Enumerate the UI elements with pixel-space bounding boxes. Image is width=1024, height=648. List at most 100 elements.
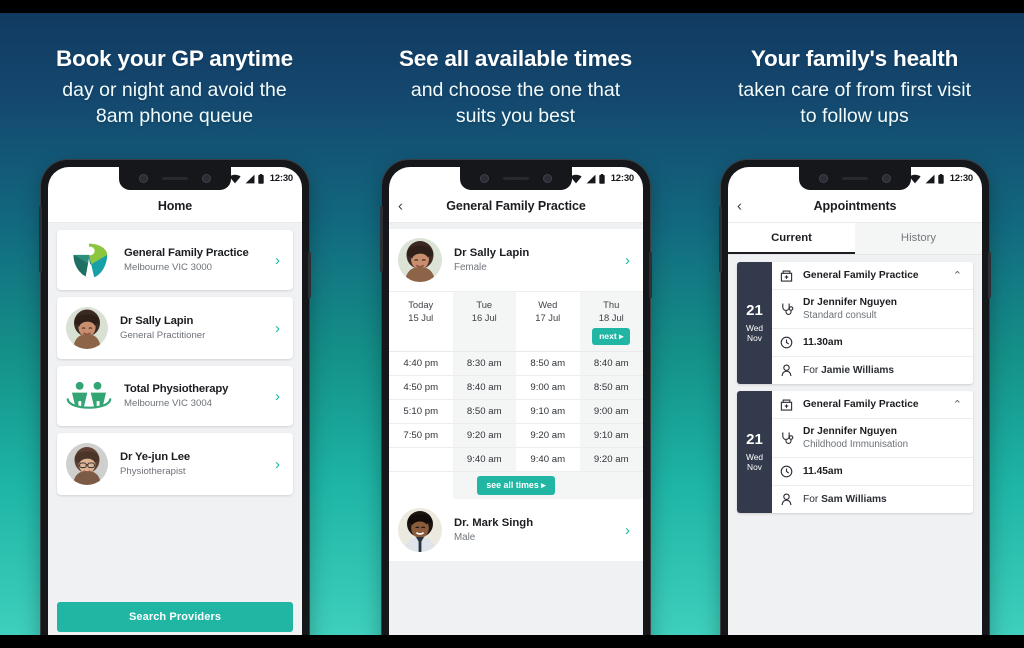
promo-stage: Book your GP anytime day or night and av… <box>0 0 1024 648</box>
clinic-logo <box>66 240 112 280</box>
timeslot-cell[interactable]: 9:10 am <box>579 424 643 448</box>
appointment-day-number: 21 <box>746 301 763 319</box>
panel-1-headline: Book your GP anytime <box>56 46 293 71</box>
wifi-icon <box>229 174 241 183</box>
grid-column-header[interactable]: Thu 18 Jul next ▸ <box>579 292 643 352</box>
doctor-text: Dr Sally Lapin Female <box>442 247 625 273</box>
provider-name: Total Physiotherapy <box>124 383 229 395</box>
panel-family-health: Your family's health taken care of from … <box>684 13 1024 648</box>
appointment-doctor-text: Dr Jennifer Nguyen Standard consult <box>798 297 965 321</box>
timeslot-cell[interactable]: 4:40 pm <box>389 352 453 375</box>
timeslot-cell[interactable]: 8:40 am <box>452 376 516 400</box>
list-item-provider[interactable]: General Family Practice Melbourne VIC 30… <box>57 230 293 290</box>
doctor-text: Dr. Mark Singh Male <box>442 517 625 543</box>
timeslot-cell[interactable]: 9:20 am <box>452 424 516 448</box>
timeslot-row: 5:10 pm 8:50 am 9:10 am 9:00 am <box>389 400 643 425</box>
timeslot-cell[interactable]: 8:40 am <box>579 352 643 376</box>
phone-screen-appointments: 12:30 ‹ Appointments Current History 21 … <box>728 167 982 648</box>
tab-current[interactable]: Current <box>728 223 855 254</box>
timeslot-cell[interactable]: 7:50 pm <box>389 424 453 447</box>
timeslot-cell[interactable]: 9:00 am <box>516 376 580 399</box>
appointments-body: 21 Wed Nov General Family Practice ⌃ Dr … <box>728 255 982 648</box>
column-day: Tue <box>476 299 493 310</box>
grid-column-header[interactable]: Tue 16 Jul <box>452 292 516 352</box>
tab-history[interactable]: History <box>855 223 982 254</box>
phone-button-right <box>308 252 311 298</box>
timeslot-grid-header: Today 15 Jul Tue 16 Jul Wed 17 Jul Thu 1… <box>389 292 643 353</box>
list-item-text: General Family Practice Melbourne VIC 30… <box>112 247 275 273</box>
practice-body: Dr Sally Lapin Female › Today 15 Jul Tue… <box>389 223 643 648</box>
phone-mockup-1: 12:30 Home General Family Practice Melbo… <box>39 160 311 648</box>
timeslot-cell[interactable]: 9:40 am <box>516 448 580 471</box>
provider-detail: General Practitioner <box>120 330 206 341</box>
list-item-provider[interactable]: Dr Ye-jun Lee Physiotherapist › <box>57 433 293 495</box>
list-item-doctor[interactable]: Dr. Mark Singh Male › <box>389 499 643 562</box>
list-item-provider[interactable]: Total Physiotherapy Melbourne VIC 3004 › <box>57 366 293 426</box>
chevron-right-icon[interactable]: › <box>275 456 284 473</box>
column-date: 17 Jul <box>535 311 561 323</box>
chevron-up-icon[interactable]: ⌃ <box>953 398 965 411</box>
timeslot-cell[interactable]: 9:10 am <box>516 400 580 423</box>
appointment-clinic: General Family Practice <box>803 270 919 281</box>
timeslot-cell[interactable]: 9:40 am <box>452 448 516 472</box>
appointment-doctor: Dr Jennifer Nguyen <box>803 297 897 308</box>
search-providers-button[interactable]: Search Providers <box>57 602 293 632</box>
appointment-time-row: 11.45am <box>772 458 973 486</box>
appointment-month: Nov <box>747 333 762 343</box>
wifi-icon <box>570 174 582 183</box>
timeslot-cell[interactable]: 5:10 pm <box>389 400 453 423</box>
timeslot-cell[interactable]: 9:00 am <box>579 400 643 424</box>
chevron-right-icon[interactable]: › <box>275 252 284 269</box>
for-prefix: For <box>803 365 822 376</box>
list-item-text: Dr Ye-jun Lee Physiotherapist <box>108 451 275 477</box>
provider-name: Dr Ye-jun Lee <box>120 451 191 463</box>
back-icon[interactable]: ‹ <box>398 199 403 214</box>
appointment-clinic-row[interactable]: General Family Practice ⌃ <box>772 391 973 419</box>
timeslot-row: 4:40 pm 8:30 am 8:50 am 8:40 am <box>389 352 643 377</box>
timeslot-cell[interactable]: 8:50 am <box>452 400 516 424</box>
avatar <box>66 307 108 349</box>
timeslot-cell[interactable]: 9:20 am <box>579 448 643 472</box>
timeslot-cell[interactable]: 8:50 am <box>516 352 580 375</box>
timeslot-cell[interactable]: 9:20 am <box>516 424 580 447</box>
appointment-day-of-week: Wed <box>745 322 764 333</box>
appointment-details: General Family Practice ⌃ Dr Jennifer Ng… <box>772 391 973 513</box>
next-week-button[interactable]: next ▸ <box>592 328 631 346</box>
status-bar-3: 12:30 <box>728 167 982 190</box>
grid-column-header[interactable]: Today 15 Jul <box>389 292 453 351</box>
panel-2-subline-1: and choose the one that <box>410 78 621 101</box>
status-bar-time: 12:30 <box>610 173 635 184</box>
chevron-right-icon[interactable]: › <box>625 252 634 269</box>
timeslot-cell[interactable]: 8:30 am <box>452 352 516 376</box>
battery-icon <box>258 173 264 184</box>
provider-detail: Physiotherapist <box>120 466 186 477</box>
app-bar-practice: ‹ General Family Practice <box>389 190 643 223</box>
list-item-provider[interactable]: Dr Sally Lapin General Practitioner › <box>57 297 293 359</box>
phone-button-left <box>39 206 42 272</box>
panel-2-subline-2: suits you best <box>455 104 576 127</box>
chevron-right-icon[interactable]: › <box>275 320 284 337</box>
grid-column-header[interactable]: Wed 17 Jul <box>516 292 580 351</box>
timeslot-cell[interactable]: 8:50 am <box>579 376 643 400</box>
appointment-card[interactable]: 21 Wed Nov General Family Practice ⌃ Dr … <box>737 391 973 513</box>
list-item-doctor[interactable]: Dr Sally Lapin Female › <box>389 229 643 292</box>
chevron-up-icon[interactable]: ⌃ <box>953 269 965 282</box>
appointments-tabs: Current History <box>728 223 982 255</box>
timeslot-grid: Today 15 Jul Tue 16 Jul Wed 17 Jul Thu 1… <box>389 292 643 500</box>
phone-button-right <box>649 252 652 298</box>
timeslot-rows: 4:40 pm 8:30 am 8:50 am 8:40 am 4:50 pm … <box>389 352 643 473</box>
timeslot-cell[interactable]: 4:50 pm <box>389 376 453 399</box>
panel-2-headline: See all available times <box>398 46 633 71</box>
see-all-times-button[interactable]: see all times ▸ <box>477 476 555 496</box>
appointment-time-row: 11.30am <box>772 329 973 357</box>
clinic-building-icon <box>780 269 798 282</box>
appointment-card[interactable]: 21 Wed Nov General Family Practice ⌃ Dr … <box>737 262 973 384</box>
appointment-clinic-row[interactable]: General Family Practice ⌃ <box>772 262 973 290</box>
chevron-right-icon[interactable]: › <box>625 522 634 539</box>
panel-3-headline-group: Your family's health taken care of from … <box>684 13 1024 129</box>
panel-1-subline-1: day or night and avoid the <box>62 78 287 101</box>
back-icon[interactable]: ‹ <box>737 199 742 214</box>
appointment-doctor-row: Dr Jennifer Nguyen Standard consult <box>772 290 973 329</box>
phone-mockup-3: 12:30 ‹ Appointments Current History 21 … <box>719 160 991 648</box>
chevron-right-icon[interactable]: › <box>275 388 284 405</box>
